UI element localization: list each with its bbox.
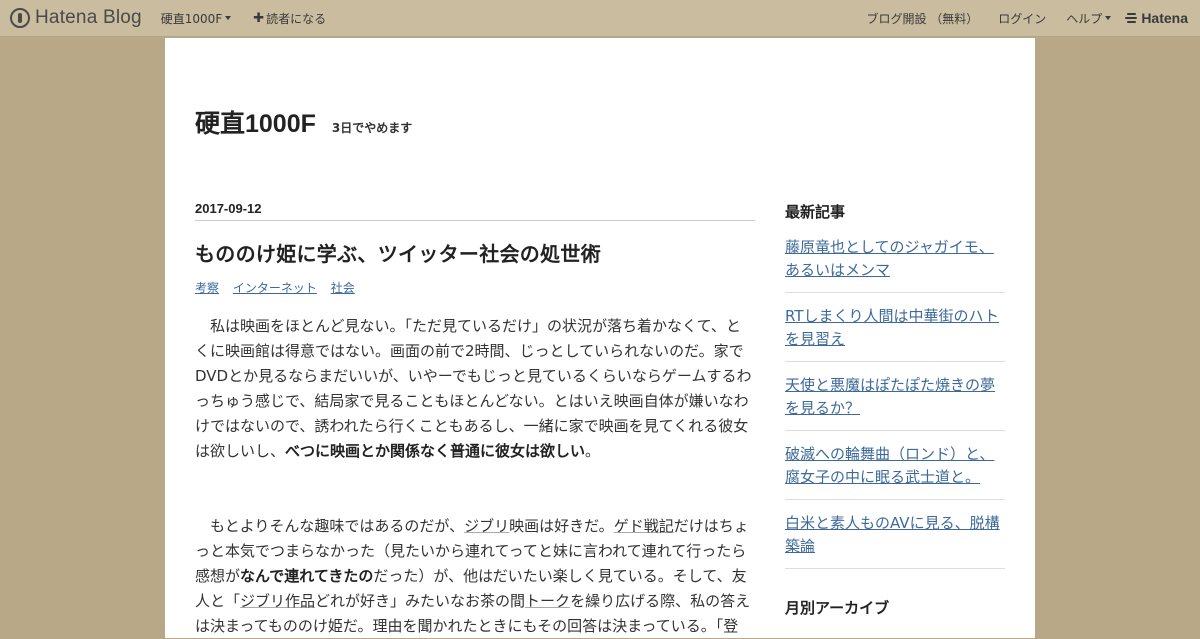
list-item: 藤原竜也としてのジャガイモ、あるいはメンマ (785, 236, 1005, 293)
hatena-blog-logo-icon (10, 8, 30, 28)
login-label: ログイン (998, 11, 1047, 26)
blog-menu-label: 硬直1000F (160, 11, 223, 26)
hatena-blog-logo[interactable]: Hatena Blog (10, 0, 142, 37)
category-link[interactable]: 考察 (195, 281, 219, 295)
help-dropdown[interactable]: ヘルプ (1066, 10, 1112, 27)
login-link[interactable]: ログイン (998, 10, 1046, 27)
archive-heading: 月別アーカイブ (785, 599, 890, 617)
bold-text: べつに映画とか関係なく普通に彼女は欲しい (285, 442, 586, 460)
blog-description: 3日でやめます (331, 121, 413, 135)
hatena-logo-text: Hatena (1141, 10, 1188, 26)
plus-icon: ✚ (253, 10, 265, 26)
entry-article: 2017-09-12 もののけ姫に学ぶ、ツイッター社会の処世術 考察 インターネ… (195, 201, 755, 639)
sidebar: 最新記事 藤原竜也としてのジャガイモ、あるいはメンマ RTしまくり人間は中華街の… (785, 201, 1005, 632)
list-item: RTしまくり人間は中華街のハトを見習え (785, 293, 1005, 362)
bold-text: なんで連れてきたの (240, 567, 374, 585)
category-link[interactable]: インターネット (233, 281, 317, 295)
chevron-down-icon (1105, 16, 1112, 20)
paragraph: もとよりそんな趣味ではあるのだが、ジブリ映画は好きだ。ゲド戦記だけはちょっと本気… (195, 517, 751, 635)
header-right-nav: ブログ開設 （無料） ログイン ヘルプ Hatena (846, 10, 1188, 27)
list-item: 破滅への輪舞曲（ロンド）と、腐女子の中に眠る武士道と。 (785, 431, 1005, 500)
global-header: Hatena Blog 硬直1000F ✚ 読者になる ブログ開設 （無料） ロ… (0, 0, 1200, 37)
create-blog-link[interactable]: ブログ開設 （無料） (866, 10, 978, 27)
blog-container: 硬直1000F 3日でやめます 2017-09-12 もののけ姫に学ぶ、ツイッタ… (165, 38, 1035, 638)
header-left-nav: 硬直1000F ✚ 読者になる (161, 10, 348, 27)
entry-title[interactable]: もののけ姫に学ぶ、ツイッター社会の処世術 (195, 238, 755, 267)
blog-menu-dropdown[interactable]: 硬直1000F (160, 10, 232, 27)
recent-entry-link[interactable]: 破滅への輪舞曲（ロンド）と、腐女子の中に眠る武士道と。 (785, 445, 994, 486)
list-item: 天使と悪魔はぽたぽた焼きの夢を見るか？ (785, 362, 1005, 431)
hatena-logo[interactable]: Hatena (1125, 10, 1188, 26)
hatena-mark-icon (1125, 12, 1138, 24)
subscribe-button[interactable]: ✚ 読者になる (253, 10, 326, 27)
recent-entry-link[interactable]: 天使と悪魔はぽたぽた焼きの夢を見るか？ (785, 376, 995, 417)
logo-text: Hatena Blog (35, 7, 142, 28)
entry-categories: 考察 インターネット 社会 (195, 279, 755, 296)
help-label: ヘルプ (1066, 11, 1103, 26)
recent-entries-heading: 最新記事 (785, 203, 846, 221)
keyword-link[interactable]: ゲド戦記 (614, 517, 674, 535)
subscribe-label: 読者になる (266, 11, 327, 26)
keyword-link[interactable]: トーク (525, 592, 570, 610)
entry-body: 私は映画をほとんど見ない。「ただ見ているだけ」の状況が落ち着かなくて、とくに映画… (195, 314, 755, 639)
create-blog-label: ブログ開設 （無料） (866, 11, 979, 26)
blog-header: 硬直1000F 3日でやめます (195, 104, 412, 140)
paragraph: 私は映画をほとんど見ない。「ただ見ているだけ」の状況が落ち着かなくて、とくに映画… (195, 317, 752, 460)
keyword-link[interactable]: ジブリ作品 (240, 592, 315, 610)
recent-entry-link[interactable]: RTしまくり人間は中華街のハトを見習え (785, 307, 999, 348)
recent-entry-link[interactable]: 藤原竜也としてのジャガイモ、あるいはメンマ (785, 238, 994, 279)
recent-entries-list: 藤原竜也としてのジャガイモ、あるいはメンマ RTしまくり人間は中華街のハトを見習… (785, 236, 1005, 569)
blog-title[interactable]: 硬直1000F (195, 104, 316, 140)
keyword-link[interactable]: ジブリ (464, 517, 509, 535)
recent-entry-link[interactable]: 白米と素人ものAVに見る、脱構築論 (785, 514, 1000, 555)
chevron-down-icon (225, 16, 232, 20)
entry-date[interactable]: 2017-09-12 (195, 201, 755, 221)
list-item: 白米と素人ものAVに見る、脱構築論 (785, 500, 1005, 569)
category-link[interactable]: 社会 (331, 281, 355, 295)
